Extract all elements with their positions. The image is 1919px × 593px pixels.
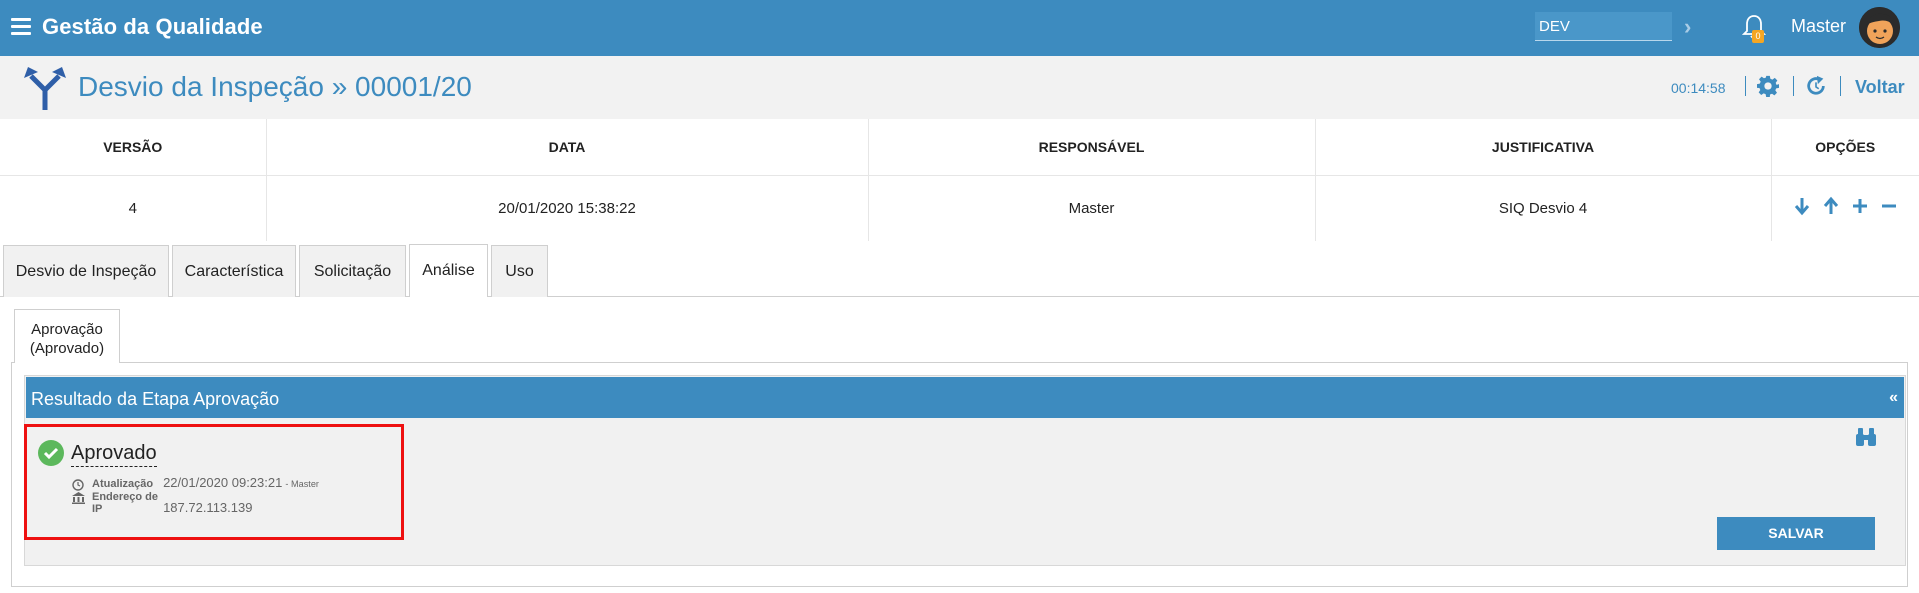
- column-header-version: VERSÃO: [0, 119, 267, 176]
- tab-solicitacao[interactable]: Solicitação: [299, 245, 406, 297]
- subtab-aprovacao[interactable]: Aprovação (Aprovado): [14, 309, 120, 363]
- back-link[interactable]: Voltar: [1855, 77, 1905, 98]
- ip-info: Endereço de IP 187.72.113.139: [72, 491, 252, 515]
- save-button[interactable]: SALVAR: [1717, 517, 1875, 550]
- ip-label-wrap: Endereço de IP: [72, 491, 160, 515]
- update-label: Atualização: [92, 478, 154, 490]
- tab-uso[interactable]: Uso: [491, 245, 548, 297]
- update-user: - Master: [285, 479, 319, 489]
- app-title: Gestão da Qualidade: [42, 14, 263, 39]
- environment-field[interactable]: DEV: [1535, 12, 1672, 41]
- arrow-down-icon[interactable]: [1793, 196, 1811, 216]
- ip-label: Endereço de IP: [92, 491, 159, 515]
- fork-arrow-icon: [24, 67, 66, 110]
- column-header-date: DATA: [266, 119, 869, 176]
- tab-bar: Desvio de Inspeção Característica Solici…: [0, 243, 1919, 297]
- separator: [1745, 76, 1746, 96]
- top-bar: Gestão da Qualidade DEV › 0 Master: [0, 0, 1919, 56]
- menu-icon[interactable]: [11, 18, 31, 36]
- cell-options: [1771, 175, 1919, 241]
- session-timer: 00:14:58: [1671, 80, 1726, 96]
- table-header-row: VERSÃO DATA RESPONSÁVEL JUSTIFICATIVA OP…: [0, 119, 1919, 176]
- user-name[interactable]: Master: [1791, 16, 1846, 37]
- column-header-options: OPÇÕES: [1771, 119, 1919, 176]
- subtab-label-line1: Aprovação: [31, 321, 103, 338]
- gear-icon[interactable]: [1757, 75, 1779, 97]
- tab-desvio-de-inspecao[interactable]: Desvio de Inspeção: [3, 245, 169, 297]
- result-title: Resultado da Etapa Aprovação: [31, 389, 280, 409]
- tab-analise[interactable]: Análise: [409, 244, 488, 297]
- minus-icon[interactable]: [1880, 196, 1898, 216]
- separator: [1840, 76, 1841, 96]
- arrow-up-icon[interactable]: [1822, 196, 1840, 216]
- chevron-right-icon[interactable]: ›: [1684, 14, 1691, 40]
- avatar[interactable]: [1859, 7, 1900, 48]
- cell-justification: SIQ Desvio 4: [1315, 175, 1772, 241]
- cell-date: 20/01/2020 15:38:22: [266, 175, 869, 241]
- update-value: 22/01/2020 09:23:21: [163, 475, 283, 490]
- column-header-justification: JUSTIFICATIVA: [1315, 119, 1772, 176]
- update-label-wrap: Atualização: [72, 478, 160, 491]
- bank-icon: [72, 492, 85, 504]
- collapse-button[interactable]: «: [1889, 389, 1898, 407]
- status-value[interactable]: Aprovado: [71, 442, 157, 467]
- cell-version: 4: [0, 175, 267, 241]
- result-header-bar: Resultado da Etapa Aprovação «: [26, 377, 1904, 418]
- subtab-label-line2: (Aprovado): [29, 340, 105, 357]
- binoculars-icon[interactable]: [1855, 427, 1877, 447]
- table-row[interactable]: 4 20/01/2020 15:38:22 Master SIQ Desvio …: [0, 175, 1919, 241]
- plus-icon[interactable]: [1851, 196, 1869, 216]
- versions-table: VERSÃO DATA RESPONSÁVEL JUSTIFICATIVA OP…: [0, 119, 1919, 241]
- check-circle-icon: [38, 440, 64, 466]
- separator: [1793, 76, 1794, 96]
- ip-value: 187.72.113.139: [163, 500, 253, 515]
- column-header-responsible: RESPONSÁVEL: [868, 119, 1316, 176]
- page-header: Desvio da Inspeção » 00001/20 00:14:58 V…: [0, 56, 1919, 119]
- notification-badge: 0: [1752, 30, 1764, 43]
- clock-icon: [72, 479, 84, 491]
- tab-caracteristica[interactable]: Característica: [172, 245, 296, 297]
- cell-responsible: Master: [868, 175, 1316, 241]
- page-title: Desvio da Inspeção » 00001/20: [78, 71, 472, 102]
- refresh-icon[interactable]: [1805, 75, 1827, 97]
- update-info: Atualização 22/01/2020 09:23:21 - Master: [72, 475, 319, 491]
